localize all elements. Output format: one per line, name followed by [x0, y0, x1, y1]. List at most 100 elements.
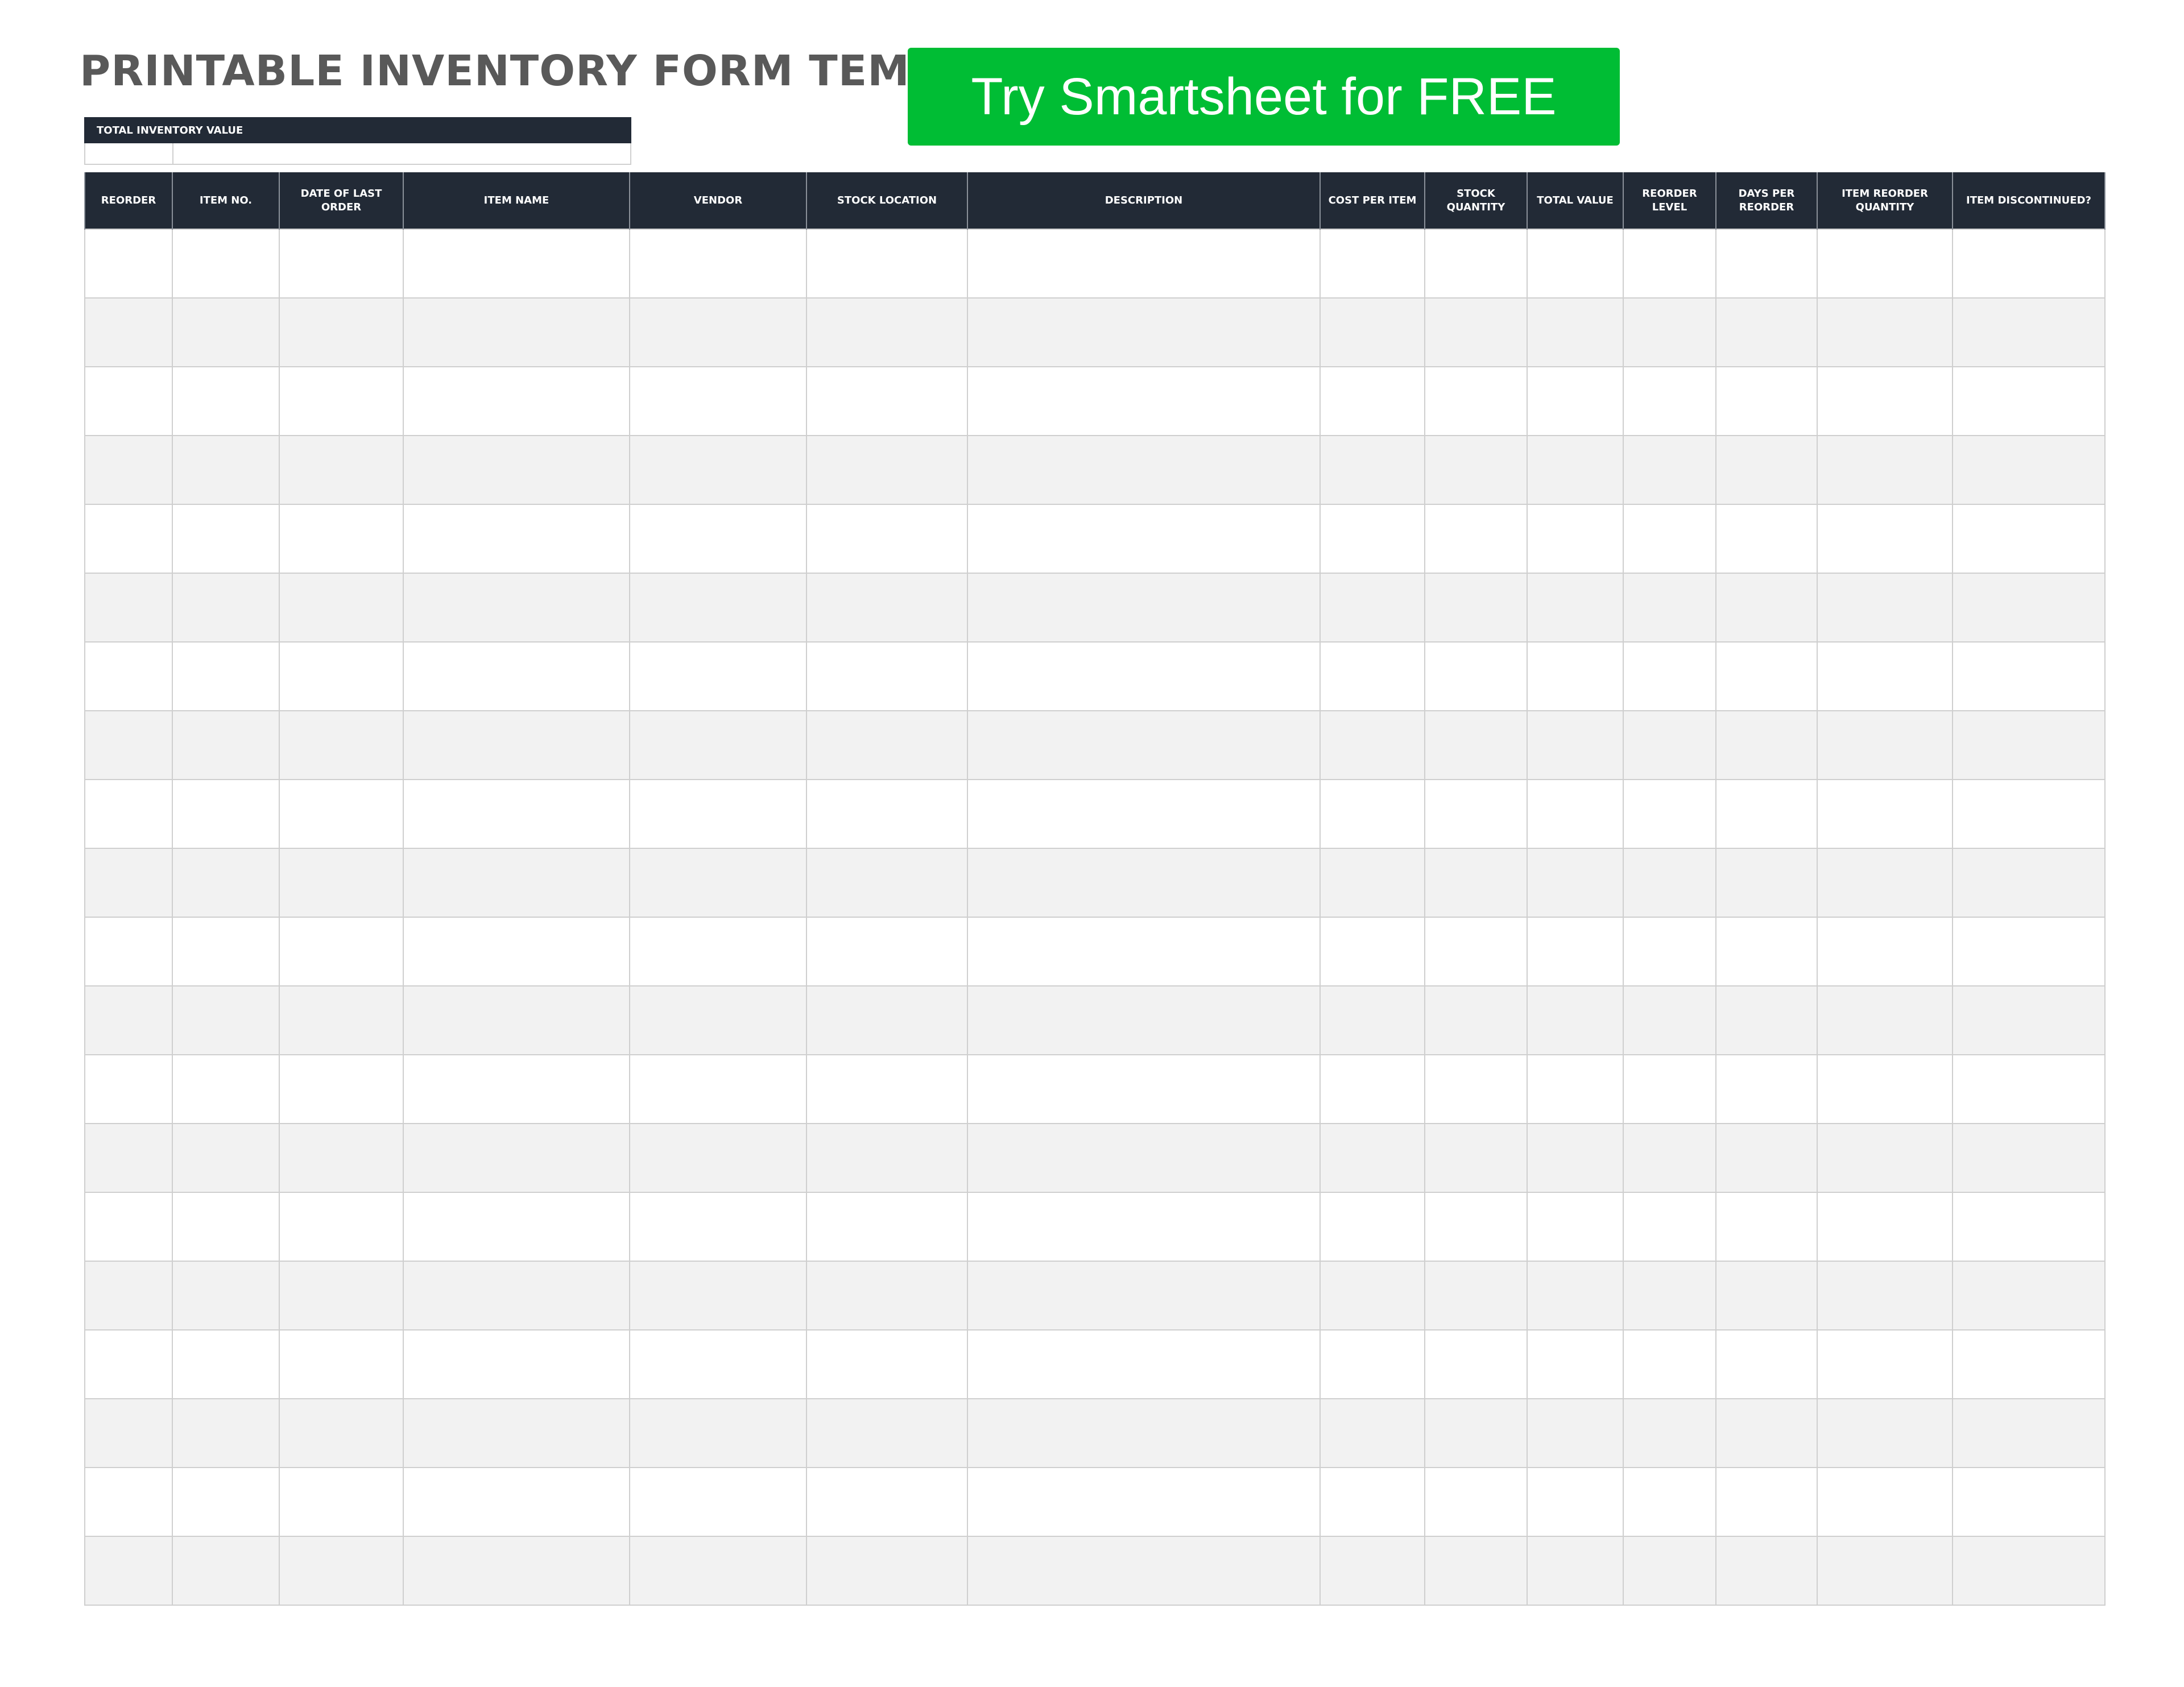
- cell-item-no[interactable]: [172, 573, 280, 643]
- cell-stock-location[interactable]: [806, 1192, 968, 1262]
- cell-days-per-reorder[interactable]: [1715, 366, 1818, 436]
- cell-stock-location[interactable]: [806, 1261, 968, 1330]
- cell-stock-location[interactable]: [806, 917, 968, 986]
- cell-days-per-reorder[interactable]: [1715, 848, 1818, 918]
- cell-item-name[interactable]: [403, 1398, 630, 1468]
- cell-item-reorder-quantity[interactable]: [1817, 848, 1953, 918]
- cell-date-of-last-order[interactable]: [279, 1192, 404, 1262]
- cell-item-discontinued[interactable]: [1952, 229, 2106, 299]
- cell-item-name[interactable]: [403, 1467, 630, 1537]
- cell-total-value[interactable]: [1527, 573, 1624, 643]
- cell-reorder[interactable]: [84, 710, 173, 780]
- cell-item-no[interactable]: [172, 710, 280, 780]
- cell-cost-per-item[interactable]: [1320, 848, 1425, 918]
- cell-stock-location[interactable]: [806, 848, 968, 918]
- cell-item-no[interactable]: [172, 1192, 280, 1262]
- cell-item-no[interactable]: [172, 848, 280, 918]
- cell-reorder[interactable]: [84, 229, 173, 299]
- cell-stock-quantity[interactable]: [1424, 641, 1528, 711]
- cell-reorder-level[interactable]: [1623, 504, 1716, 574]
- cell-days-per-reorder[interactable]: [1715, 641, 1818, 711]
- cell-stock-quantity[interactable]: [1424, 779, 1528, 849]
- cell-cost-per-item[interactable]: [1320, 985, 1425, 1055]
- cell-date-of-last-order[interactable]: [279, 1536, 404, 1606]
- cell-total-value[interactable]: [1527, 229, 1624, 299]
- cell-stock-location[interactable]: [806, 985, 968, 1055]
- cell-stock-quantity[interactable]: [1424, 1123, 1528, 1193]
- cell-days-per-reorder[interactable]: [1715, 1398, 1818, 1468]
- cell-cost-per-item[interactable]: [1320, 229, 1425, 299]
- cell-stock-quantity[interactable]: [1424, 366, 1528, 436]
- cell-vendor[interactable]: [629, 366, 807, 436]
- cell-item-name[interactable]: [403, 1261, 630, 1330]
- cell-reorder-level[interactable]: [1623, 985, 1716, 1055]
- cell-reorder[interactable]: [84, 1329, 173, 1399]
- cell-stock-location[interactable]: [806, 1398, 968, 1468]
- cell-stock-location[interactable]: [806, 573, 968, 643]
- cell-date-of-last-order[interactable]: [279, 1261, 404, 1330]
- cell-date-of-last-order[interactable]: [279, 710, 404, 780]
- cell-stock-quantity[interactable]: [1424, 1467, 1528, 1537]
- cell-stock-quantity[interactable]: [1424, 985, 1528, 1055]
- cell-item-name[interactable]: [403, 641, 630, 711]
- cell-days-per-reorder[interactable]: [1715, 1467, 1818, 1537]
- cell-item-discontinued[interactable]: [1952, 1329, 2106, 1399]
- cell-reorder[interactable]: [84, 504, 173, 574]
- cell-total-value[interactable]: [1527, 985, 1624, 1055]
- cell-total-value[interactable]: [1527, 435, 1624, 505]
- cell-stock-location[interactable]: [806, 366, 968, 436]
- cell-description[interactable]: [967, 366, 1321, 436]
- cell-item-reorder-quantity[interactable]: [1817, 710, 1953, 780]
- cell-days-per-reorder[interactable]: [1715, 297, 1818, 367]
- cell-stock-location[interactable]: [806, 504, 968, 574]
- cell-stock-quantity[interactable]: [1424, 1536, 1528, 1606]
- cell-days-per-reorder[interactable]: [1715, 917, 1818, 986]
- cell-cost-per-item[interactable]: [1320, 779, 1425, 849]
- cell-item-no[interactable]: [172, 435, 280, 505]
- cell-reorder-level[interactable]: [1623, 917, 1716, 986]
- cell-cost-per-item[interactable]: [1320, 917, 1425, 986]
- cell-item-discontinued[interactable]: [1952, 1192, 2106, 1262]
- cell-days-per-reorder[interactable]: [1715, 1192, 1818, 1262]
- cell-reorder[interactable]: [84, 917, 173, 986]
- cell-item-name[interactable]: [403, 1123, 630, 1193]
- cell-days-per-reorder[interactable]: [1715, 573, 1818, 643]
- cell-item-reorder-quantity[interactable]: [1817, 1054, 1953, 1124]
- cell-item-reorder-quantity[interactable]: [1817, 1192, 1953, 1262]
- cell-days-per-reorder[interactable]: [1715, 1123, 1818, 1193]
- cell-vendor[interactable]: [629, 435, 807, 505]
- cell-reorder-level[interactable]: [1623, 641, 1716, 711]
- cell-vendor[interactable]: [629, 229, 807, 299]
- cell-stock-location[interactable]: [806, 435, 968, 505]
- cell-item-no[interactable]: [172, 1536, 280, 1606]
- cell-item-reorder-quantity[interactable]: [1817, 504, 1953, 574]
- cell-total-value[interactable]: [1527, 1398, 1624, 1468]
- cell-item-reorder-quantity[interactable]: [1817, 297, 1953, 367]
- cell-description[interactable]: [967, 1467, 1321, 1537]
- cell-item-reorder-quantity[interactable]: [1817, 985, 1953, 1055]
- cell-description[interactable]: [967, 917, 1321, 986]
- cell-reorder-level[interactable]: [1623, 1054, 1716, 1124]
- cell-item-name[interactable]: [403, 229, 630, 299]
- cell-item-name[interactable]: [403, 917, 630, 986]
- cell-reorder[interactable]: [84, 985, 173, 1055]
- cell-total-value[interactable]: [1527, 848, 1624, 918]
- cell-reorder-level[interactable]: [1623, 779, 1716, 849]
- cell-reorder-level[interactable]: [1623, 1329, 1716, 1399]
- cell-total-value[interactable]: [1527, 779, 1624, 849]
- cell-cost-per-item[interactable]: [1320, 1054, 1425, 1124]
- cell-total-value[interactable]: [1527, 1536, 1624, 1606]
- cell-date-of-last-order[interactable]: [279, 229, 404, 299]
- cell-item-name[interactable]: [403, 573, 630, 643]
- cell-item-name[interactable]: [403, 848, 630, 918]
- cell-cost-per-item[interactable]: [1320, 366, 1425, 436]
- cell-item-name[interactable]: [403, 1329, 630, 1399]
- cell-item-reorder-quantity[interactable]: [1817, 917, 1953, 986]
- cell-vendor[interactable]: [629, 1261, 807, 1330]
- cell-date-of-last-order[interactable]: [279, 641, 404, 711]
- cell-vendor[interactable]: [629, 848, 807, 918]
- cell-days-per-reorder[interactable]: [1715, 504, 1818, 574]
- cell-stock-quantity[interactable]: [1424, 297, 1528, 367]
- cell-item-discontinued[interactable]: [1952, 366, 2106, 436]
- cell-days-per-reorder[interactable]: [1715, 1329, 1818, 1399]
